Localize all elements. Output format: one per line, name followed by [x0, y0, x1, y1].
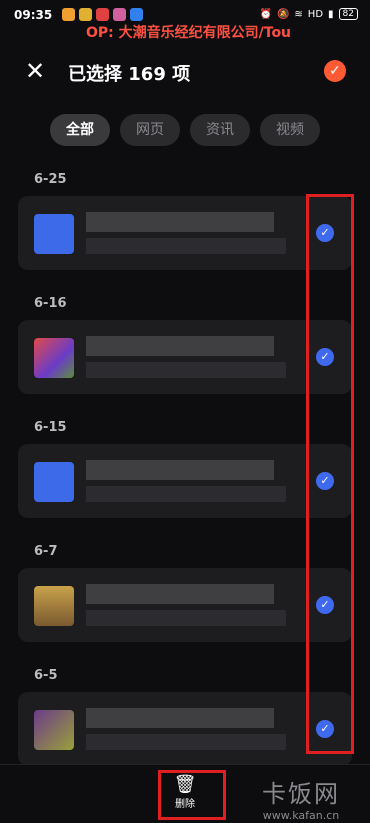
item-title-redacted — [86, 460, 274, 480]
item-url-redacted — [86, 734, 286, 750]
group-date: 6-5 — [34, 668, 58, 683]
alarm-icon: ⏰ — [259, 8, 272, 20]
site-thumbnail — [34, 462, 74, 502]
site-thumbnail — [34, 214, 74, 254]
history-item[interactable]: ✓ — [18, 444, 352, 518]
group-date: 6-7 — [34, 544, 58, 559]
filter-tabs: 全部 网页 资讯 视频 — [50, 114, 320, 146]
select-all-check-icon[interactable]: ✓ — [324, 60, 346, 82]
site-thumbnail — [34, 586, 74, 626]
status-bar: 09:35 OP: 大潮音乐经纪有限公司/Tou ⏰ 🔕 ≋ HD ▮ 82 — [0, 0, 370, 41]
watermark-brand: 卡饭网 — [262, 780, 340, 808]
item-url-redacted — [86, 610, 286, 626]
watermark-url: www.kafan.cn — [262, 809, 340, 822]
clock: 09:35 — [14, 8, 53, 22]
tab-news[interactable]: 资讯 — [190, 114, 250, 146]
system-indicators: ⏰ 🔕 ≋ HD ▮ 82 — [259, 8, 358, 20]
signal-icon: ▮ — [328, 8, 334, 20]
item-title-redacted — [86, 584, 274, 604]
group-date: 6-25 — [34, 172, 67, 187]
hd-icon: HD — [307, 8, 324, 20]
notification-icons — [62, 8, 143, 21]
highlight-frame-checkboxes — [306, 194, 354, 754]
tab-video[interactable]: 视频 — [260, 114, 320, 146]
history-item[interactable]: ✓ — [18, 320, 352, 394]
item-url-redacted — [86, 238, 286, 254]
tab-all[interactable]: 全部 — [50, 114, 110, 146]
history-item[interactable]: ✓ — [18, 568, 352, 642]
scrolling-ticker: OP: 大潮音乐经纪有限公司/Tou — [86, 25, 292, 41]
tab-web[interactable]: 网页 — [120, 114, 180, 146]
item-title-redacted — [86, 212, 274, 232]
close-icon[interactable]: ✕ — [22, 58, 48, 84]
wifi-icon: ≋ — [294, 8, 303, 20]
site-thumbnail — [34, 710, 74, 750]
watermark: 卡饭网 www.kafan.cn — [236, 774, 366, 822]
highlight-frame-delete — [158, 770, 226, 820]
group-date: 6-16 — [34, 296, 67, 311]
item-url-redacted — [86, 486, 286, 502]
page-title: 已选择 169 项 — [68, 64, 191, 85]
history-item[interactable]: ✓ — [18, 196, 352, 270]
item-url-redacted — [86, 362, 286, 378]
mute-icon: 🔕 — [276, 8, 290, 20]
history-item[interactable]: ✓ — [18, 692, 352, 766]
item-title-redacted — [86, 336, 274, 356]
selection-header: ✕ 已选择 169 项 ✓ — [0, 48, 370, 92]
site-thumbnail — [34, 338, 74, 378]
group-date: 6-15 — [34, 420, 67, 435]
battery-icon: 82 — [338, 8, 358, 20]
item-title-redacted — [86, 708, 274, 728]
